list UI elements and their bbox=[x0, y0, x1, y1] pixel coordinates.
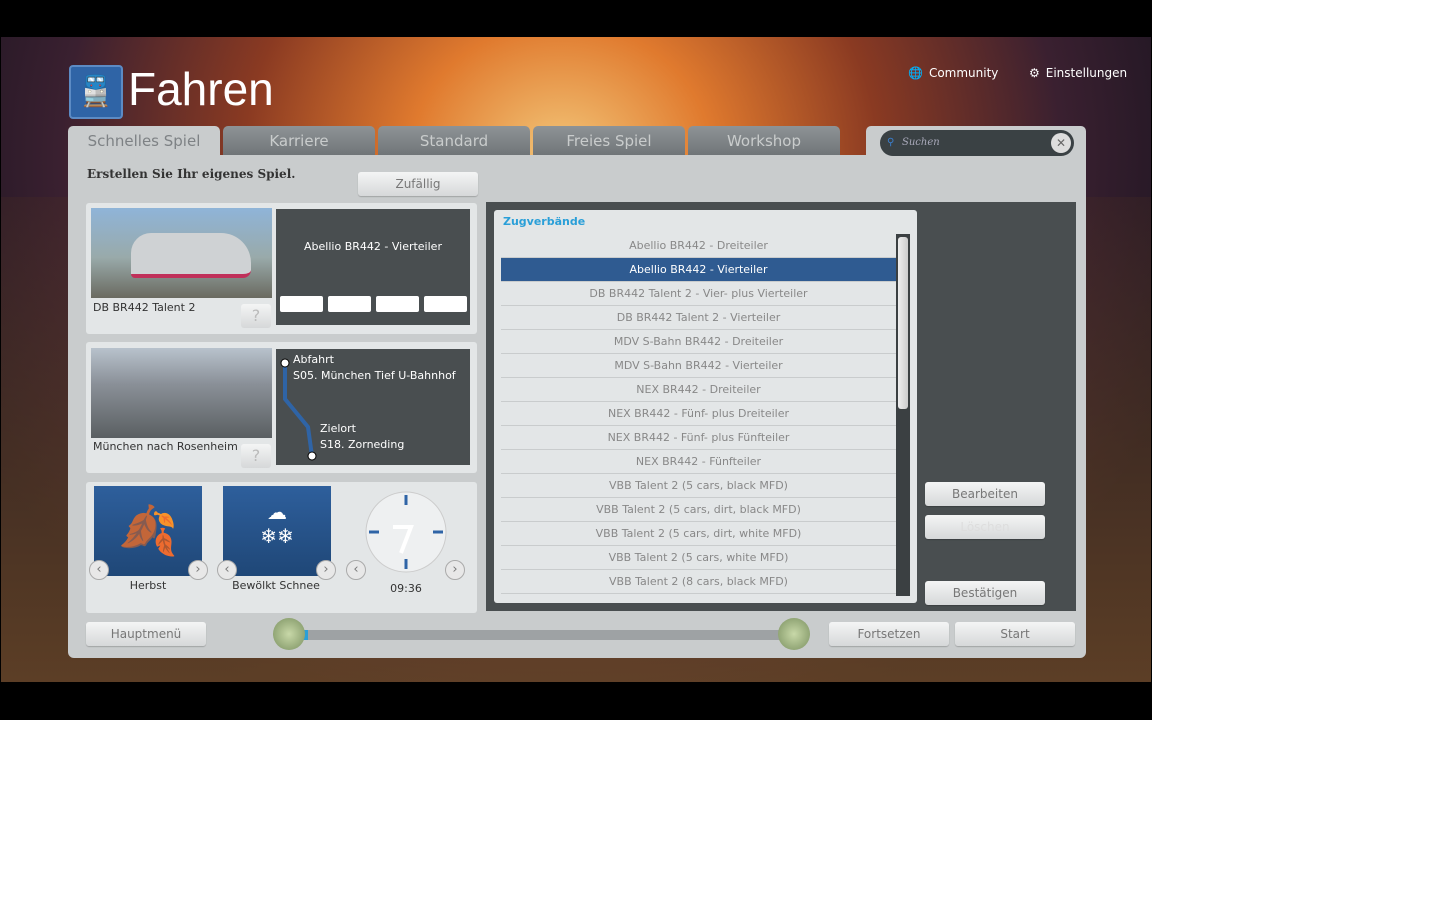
weather-prev-button[interactable]: ‹ bbox=[217, 560, 237, 580]
route-help-button[interactable]: ? bbox=[241, 444, 271, 468]
scrollbar-thumb[interactable] bbox=[898, 237, 908, 409]
page-title: Fahren bbox=[128, 63, 274, 115]
clear-search-button[interactable]: ✕ bbox=[1051, 133, 1071, 153]
weather-label: Bewölkt Schnee bbox=[232, 579, 320, 592]
start-button[interactable]: Start bbox=[955, 622, 1075, 646]
search-icon: ⚲ bbox=[887, 137, 895, 148]
season-label: Herbst bbox=[129, 579, 167, 592]
formation-item[interactable]: VBB Talent 2 (5 cars, black MFD) bbox=[501, 474, 896, 498]
car-icon bbox=[424, 296, 467, 312]
formation-item[interactable]: Abellio BR442 - Dreiteiler bbox=[501, 234, 896, 258]
formation-item[interactable]: NEX BR442 - Fünfteiler bbox=[501, 450, 896, 474]
progress-end-knob-icon bbox=[778, 618, 810, 650]
formation-item[interactable]: VBB Talent 2 (5 cars, dirt, black MFD) bbox=[501, 498, 896, 522]
formations-list: Abellio BR442 - Dreiteiler Abellio BR442 … bbox=[501, 234, 896, 594]
edit-button[interactable]: Bearbeiten bbox=[925, 482, 1045, 506]
car-icon bbox=[328, 296, 371, 312]
community-link[interactable]: 🌐 Community bbox=[908, 66, 998, 80]
formation-item[interactable]: DB BR442 Talent 2 - Vierteiler bbox=[501, 306, 896, 330]
formation-item[interactable]: NEX BR442 - Fünf- plus Fünfteiler bbox=[501, 426, 896, 450]
progress-start-knob-icon bbox=[273, 618, 305, 650]
time-next-button[interactable]: › bbox=[445, 560, 465, 580]
tab-free-roam[interactable]: Freies Spiel bbox=[533, 126, 685, 156]
formation-item[interactable]: VBB Talent 2 (8 cars, black MFD) bbox=[501, 570, 896, 594]
progress-bar bbox=[288, 630, 794, 640]
train-name: DB BR442 Talent 2 bbox=[93, 301, 196, 314]
delete-button[interactable]: Löschen bbox=[925, 515, 1045, 539]
random-button[interactable]: Zufällig bbox=[358, 172, 478, 196]
season-prev-button[interactable]: ‹ bbox=[89, 560, 109, 580]
tab-career[interactable]: Karriere bbox=[223, 126, 375, 156]
confirm-button[interactable]: Bestätigen bbox=[925, 581, 1045, 605]
formation-item[interactable]: NEX BR442 - Fünf- plus Dreiteiler bbox=[501, 402, 896, 426]
time-label: 09:36 bbox=[390, 582, 422, 595]
car-icon bbox=[280, 296, 323, 312]
season-next-button[interactable]: › bbox=[188, 560, 208, 580]
weather-next-button[interactable]: › bbox=[316, 560, 336, 580]
formation-name: Abellio BR442 - Vierteiler bbox=[304, 240, 442, 253]
formations-title: Zugverbände bbox=[503, 215, 586, 228]
scrollbar[interactable] bbox=[896, 234, 910, 596]
tab-quick-game[interactable]: Schnelles Spiel bbox=[68, 126, 220, 156]
car-icons bbox=[280, 296, 467, 312]
search-input[interactable]: ⚲ Suchen bbox=[880, 130, 1074, 156]
formation-item[interactable]: DB BR442 Talent 2 - Vier- plus Vierteile… bbox=[501, 282, 896, 306]
continue-button[interactable]: Fortsetzen bbox=[829, 622, 949, 646]
formation-item[interactable]: MDV S-Bahn BR442 - Vierteiler bbox=[501, 354, 896, 378]
time-prev-button[interactable]: ‹ bbox=[346, 560, 366, 580]
route-image bbox=[91, 348, 272, 438]
section-heading: Erstellen Sie Ihr eigenes Spiel. bbox=[87, 167, 296, 181]
formation-item[interactable]: VBB Talent 2 (5 cars, white MFD) bbox=[501, 546, 896, 570]
clock-icon bbox=[365, 491, 447, 573]
train-image bbox=[91, 208, 272, 298]
route-start: Abfahrt S05. München Tief U-Bahnhof bbox=[293, 353, 456, 382]
tab-workshop[interactable]: Workshop bbox=[688, 126, 840, 156]
main-menu-button[interactable]: Hauptmenü bbox=[86, 622, 206, 646]
route-end: Zielort S18. Zorneding bbox=[320, 422, 405, 451]
formation-item[interactable]: NEX BR442 - Dreiteiler bbox=[501, 378, 896, 402]
leaf-icon: 🍂 bbox=[94, 486, 202, 576]
gear-icon: ⚙ bbox=[1029, 66, 1040, 80]
formation-item[interactable]: VBB Talent 2 (5 cars, dirt, white MFD) bbox=[501, 522, 896, 546]
tab-standard[interactable]: Standard bbox=[378, 126, 530, 156]
train-help-button[interactable]: ? bbox=[241, 304, 271, 328]
car-icon bbox=[376, 296, 419, 312]
formation-item[interactable]: Abellio BR442 - Vierteiler bbox=[501, 258, 896, 282]
settings-link[interactable]: ⚙ Einstellungen bbox=[1029, 66, 1127, 80]
snow-cloud-icon: ☁ ❄❄ bbox=[223, 486, 331, 576]
globe-icon: 🌐 bbox=[908, 66, 923, 80]
train-logo-icon: 🚆 bbox=[69, 65, 123, 119]
route-name: München nach Rosenheim bbox=[93, 440, 238, 453]
formation-item[interactable]: MDV S-Bahn BR442 - Dreiteiler bbox=[501, 330, 896, 354]
